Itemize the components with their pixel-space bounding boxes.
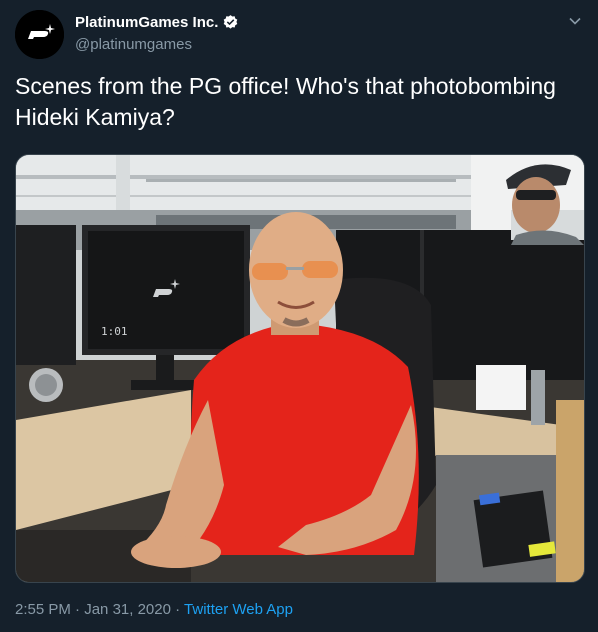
tweet-date[interactable]: Jan 31, 2020	[84, 601, 171, 618]
metadata-separator: ·	[75, 601, 81, 618]
tweet-metadata: 2:55 PM · Jan 31, 2020 · Twitter Web App	[15, 601, 293, 618]
verified-badge-icon	[224, 15, 238, 29]
tweet-source-app-link[interactable]: Twitter Web App	[184, 601, 293, 618]
tweet-photo[interactable]: 1:01	[15, 154, 585, 583]
avatar[interactable]	[15, 10, 64, 59]
author-display-name[interactable]: PlatinumGames Inc.	[75, 14, 218, 31]
chevron-down-icon[interactable]	[568, 14, 582, 28]
tweet-text: Scenes from the PG office! Who's that ph…	[15, 73, 556, 130]
monitor-clock: 1:01	[101, 325, 128, 338]
author-handle[interactable]: @platinumgames	[75, 36, 192, 53]
metadata-separator: ·	[175, 601, 181, 618]
tweet-time[interactable]: 2:55 PM	[15, 601, 71, 618]
author-name-row[interactable]: PlatinumGames Inc.	[75, 14, 239, 31]
platinumgames-logo-icon	[15, 10, 64, 59]
